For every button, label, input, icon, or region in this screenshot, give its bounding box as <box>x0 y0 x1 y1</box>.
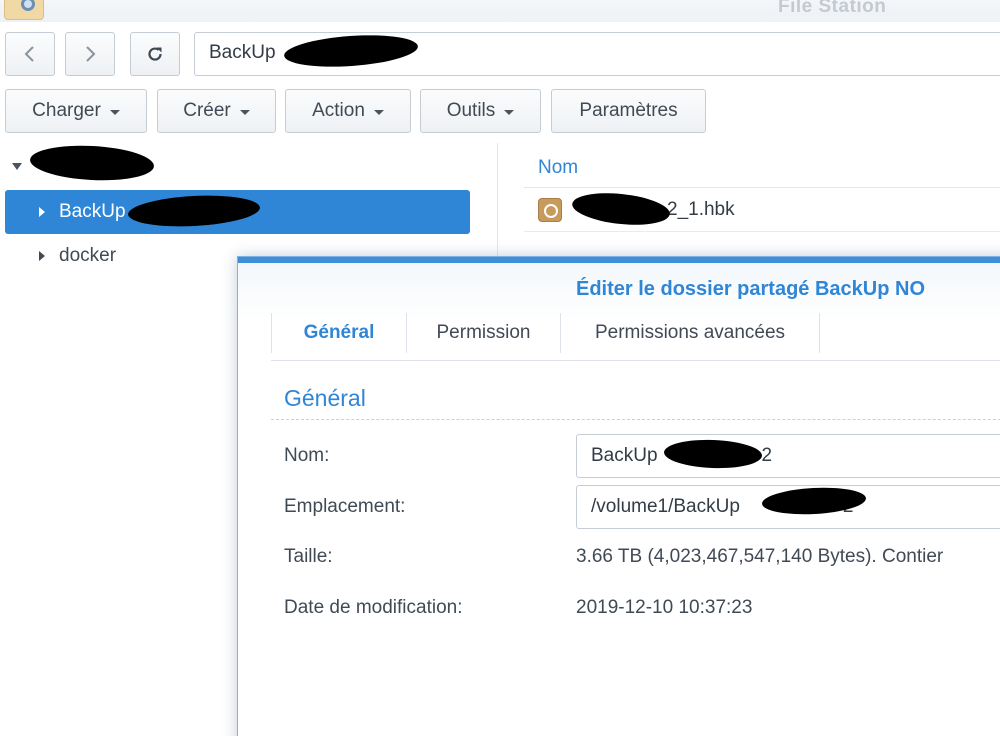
triangle-down-icon <box>12 162 22 170</box>
modified-label: Date de modification: <box>284 597 463 618</box>
size-value: 3.66 TB (4,023,467,547,140 Bytes). Conti… <box>576 546 944 567</box>
tab-general[interactable]: Général <box>271 313 407 353</box>
dialog-tabs: Général Permission Permissions avancées <box>271 313 1000 361</box>
file-station-icon <box>4 0 44 20</box>
caret-down-icon <box>504 109 515 115</box>
settings-button[interactable]: Paramètres <box>551 89 706 133</box>
refresh-button[interactable] <box>130 32 180 76</box>
action-button[interactable]: Action <box>285 89 411 133</box>
name-label: Nom: <box>284 445 330 466</box>
name-field-value: BackUp <box>591 445 658 466</box>
upload-button[interactable]: Charger <box>5 89 147 133</box>
caret-down-icon <box>109 109 120 115</box>
forward-button[interactable] <box>65 32 115 76</box>
tab-label: Permission <box>436 322 531 343</box>
name-field-suffix: 2 <box>761 445 773 466</box>
column-header-label: Nom <box>538 157 579 178</box>
refresh-icon <box>148 47 162 61</box>
create-label: Créer <box>183 100 231 121</box>
column-header-name[interactable]: Nom <box>524 146 1000 188</box>
caret-down-icon <box>373 109 384 115</box>
chevron-left-icon <box>24 46 34 62</box>
section-divider <box>271 419 1000 420</box>
tree-item-label: docker <box>59 245 117 266</box>
create-button[interactable]: Créer <box>157 89 276 133</box>
caret-down-icon <box>239 109 250 115</box>
triangle-right-icon <box>39 251 45 261</box>
settings-label: Paramètres <box>579 100 678 121</box>
edit-shared-folder-dialog: Éditer le dossier partagé BackUp NO Géné… <box>237 256 1000 736</box>
location-field-value: /volume1/BackUp <box>591 496 740 517</box>
tools-label: Outils <box>446 100 496 121</box>
backup-file-icon <box>538 198 562 222</box>
path-text: BackUp <box>209 42 276 63</box>
modified-value: 2019-12-10 10:37:23 <box>576 597 753 618</box>
section-title: Général <box>284 385 366 411</box>
file-name: 2_1.hbk <box>667 199 735 220</box>
action-label: Action <box>312 100 365 121</box>
triangle-right-icon <box>39 207 45 217</box>
app-title: File Station <box>778 0 887 17</box>
tab-advanced-permissions[interactable]: Permissions avancées <box>561 313 820 353</box>
chevron-right-icon <box>86 46 96 62</box>
tab-label: Général <box>303 322 375 343</box>
pane-divider[interactable] <box>497 143 498 263</box>
dialog-title: Éditer le dossier partagé BackUp NO <box>576 278 926 300</box>
title-bar: File Station <box>0 0 1000 22</box>
tab-permission[interactable]: Permission <box>407 313 561 353</box>
tab-label: Permissions avancées <box>594 322 786 343</box>
location-label: Emplacement: <box>284 496 406 517</box>
name-field[interactable]: BackUp 2 <box>576 434 1000 478</box>
back-button[interactable] <box>5 32 55 76</box>
size-label: Taille: <box>284 546 333 567</box>
tools-button[interactable]: Outils <box>420 89 541 133</box>
dialog-header[interactable]: Éditer le dossier partagé BackUp NO <box>238 263 1000 319</box>
tree-item-label: BackUp <box>59 201 126 222</box>
upload-label: Charger <box>32 100 101 121</box>
